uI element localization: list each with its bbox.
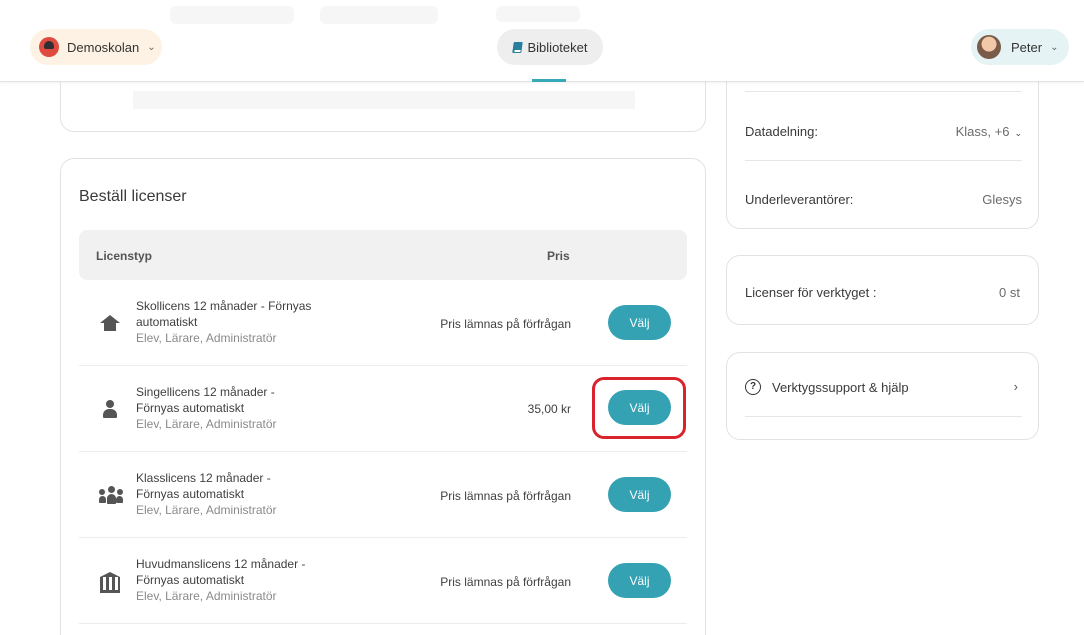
book-icon <box>511 41 523 53</box>
tool-licenses-card: Licenser för verktyget : 0 st <box>726 255 1039 325</box>
license-name: Singellicens 12 månader - Förnyas automa… <box>136 384 356 432</box>
select-button[interactable]: Välj <box>608 305 671 340</box>
select-button[interactable]: Välj <box>608 563 671 598</box>
divider <box>745 160 1022 161</box>
license-row-principal: Huvudmanslicens 12 månader - Förnyas aut… <box>79 538 687 624</box>
ghost-tab <box>170 6 294 24</box>
help-icon: ? <box>745 379 761 395</box>
bank-icon <box>99 570 121 593</box>
license-roles: Elev, Lärare, Administratör <box>136 331 277 345</box>
license-name: Huvudmanslicens 12 månader - Förnyas aut… <box>136 556 356 604</box>
support-link[interactable]: ? Verktygssupport & hjälp › <box>745 377 1022 417</box>
data-sharing-value: Klass, +6 ⌄ <box>955 124 1022 139</box>
support-card: ? Verktygssupport & hjälp › <box>726 352 1039 440</box>
subcontractors-label: Underleverantörer: <box>745 192 854 207</box>
user-name: Peter <box>1011 39 1043 55</box>
subcontractors-value: Glesys <box>982 192 1022 207</box>
school-logo-icon <box>39 37 59 57</box>
license-roles: Elev, Lärare, Administratör <box>136 503 277 517</box>
avatar <box>977 35 1001 59</box>
data-sharing-row[interactable]: Datadelning: Klass, +6 ⌄ <box>745 98 1022 166</box>
chevron-down-icon: ⌄ <box>1050 41 1059 53</box>
group-icon <box>99 484 123 506</box>
school-selector[interactable]: Demoskolan ⌄ <box>30 29 162 65</box>
license-price: Pris lämnas på förfrågan <box>440 317 571 331</box>
license-price: Pris lämnas på förfrågan <box>440 489 571 503</box>
chevron-down-icon: ⌄ <box>1014 128 1022 138</box>
ghost-tab <box>320 6 438 24</box>
order-licenses-title: Beställ licenser <box>79 188 187 205</box>
header-license-type: Licenstyp <box>96 249 153 263</box>
active-tab-indicator <box>532 79 566 82</box>
license-row-class: Klasslicens 12 månader - Förnyas automat… <box>79 452 687 538</box>
ghost-tab <box>496 6 580 22</box>
home-icon <box>99 312 121 334</box>
license-price: 35,00 kr <box>527 402 571 416</box>
data-sharing-label: Datadelning: <box>745 124 818 139</box>
top-bar: Demoskolan ⌄ Biblioteket Peter ⌄ <box>0 0 1084 82</box>
subcontractors-row: Underleverantörer: Glesys <box>745 166 1022 234</box>
header-price: Pris <box>547 249 570 263</box>
user-menu[interactable]: Peter ⌄ <box>971 29 1069 65</box>
library-button[interactable]: Biblioteket <box>497 29 603 65</box>
license-roles: Elev, Lärare, Administratör <box>136 417 277 431</box>
license-row-school: Skollicens 12 månader - Förnyas automati… <box>79 280 687 366</box>
license-table-header: Licenstyp Pris <box>79 230 687 280</box>
placeholder-bar <box>133 91 635 109</box>
license-name: Klasslicens 12 månader - Förnyas automat… <box>136 470 356 518</box>
license-roles: Elev, Lärare, Administratör <box>136 589 277 603</box>
support-label: Verktygssupport & hjälp <box>772 380 909 395</box>
chevron-right-icon: › <box>1013 379 1018 394</box>
license-name: Skollicens 12 månader - Förnyas automati… <box>136 298 356 346</box>
divider <box>745 91 1022 92</box>
school-name: Demoskolan <box>67 39 140 55</box>
select-button[interactable]: Välj <box>608 477 671 512</box>
chevron-down-icon: ⌄ <box>147 41 156 53</box>
highlight-box <box>592 377 686 439</box>
license-price: Pris lämnas på förfrågan <box>440 575 571 589</box>
person-icon <box>99 398 121 420</box>
tool-licenses-label: Licenser för verktyget : <box>745 285 877 300</box>
library-label: Biblioteket <box>527 39 588 55</box>
tool-licenses-value: 0 st <box>999 285 1020 300</box>
